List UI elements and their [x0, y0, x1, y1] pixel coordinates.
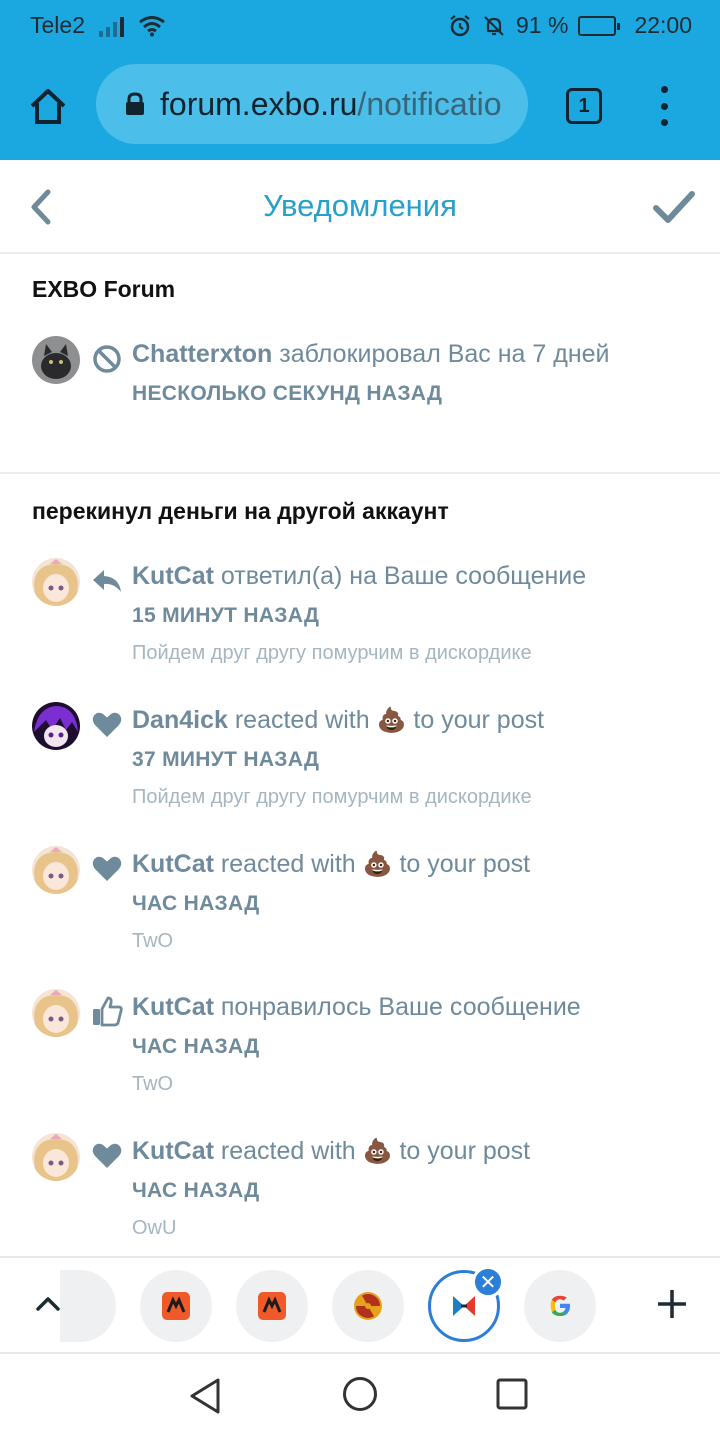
mark-all-read-icon[interactable]: [652, 188, 696, 228]
notification-item[interactable]: Dan4ick reacted with 💩 to your post 37 М…: [32, 702, 712, 832]
notification-action: понравилось Ваше сообщение: [213, 993, 581, 1021]
address-bar[interactable]: forum.exbo.ru/notificatio: [96, 64, 528, 144]
notification-action: reacted with: [227, 706, 377, 734]
notification-action-suffix: to your post: [392, 1137, 531, 1165]
notification-time: 37 МИНУТ НАЗАД: [132, 748, 320, 771]
notification-time: НЕСКОЛЬКО СЕКУНД НАЗАД: [132, 382, 443, 405]
notification-list: EXBO Forum Chatterxton заблокировал Вас …: [0, 256, 720, 1256]
reply-icon: [93, 570, 121, 592]
notification-excerpt: TwO: [132, 930, 174, 952]
wifi-icon: [139, 15, 165, 36]
notification-time: 15 МИНУТ НАЗАД: [132, 604, 320, 627]
notification-item[interactable]: KutCat понравилось Ваше сообщение ЧАС НА…: [32, 989, 712, 1119]
close-tab-icon[interactable]: ✕: [472, 1266, 504, 1298]
url-host: forum.exbo.ru: [160, 85, 358, 122]
tab-thumbnail[interactable]: [140, 1270, 212, 1342]
reaction-emoji: 💩: [362, 1138, 393, 1165]
notification-text: KutCat reacted with 💩 to your post: [132, 1137, 530, 1166]
avatar: [32, 558, 80, 606]
notification-text: Chatterxton заблокировал Вас на 7 дней: [132, 340, 610, 369]
site-favicon-icon: [258, 1292, 286, 1320]
overflow-menu-icon[interactable]: [656, 86, 672, 126]
battery-percent: 91 %: [516, 12, 569, 38]
notification-action-suffix: to your post: [406, 706, 545, 734]
page-title: Уведомления: [263, 188, 457, 223]
alarm-icon: [450, 14, 470, 36]
avatar: [32, 702, 80, 750]
page-header: Уведомления: [0, 160, 720, 254]
tab-thumbnail[interactable]: [524, 1270, 596, 1342]
notification-time: ЧАС НАЗАД: [132, 1035, 260, 1058]
notification-text: KutCat ответил(а) на Ваше сообщение: [132, 562, 586, 591]
chevron-up-icon[interactable]: [34, 1290, 62, 1318]
heart-icon: [92, 712, 122, 737]
nav-back-icon[interactable]: [186, 1376, 226, 1416]
notification-item[interactable]: KutCat ответил(а) на Ваше сообщение 15 М…: [32, 558, 712, 688]
notification-action: заблокировал Вас на 7 дней: [272, 340, 610, 368]
notification-action: reacted with: [213, 1137, 363, 1165]
divider: [0, 472, 720, 474]
tab-thumbnail[interactable]: [236, 1270, 308, 1342]
home-icon[interactable]: [26, 84, 70, 128]
notification-excerpt: Пойдем друг другу помурчим в дискордике: [132, 786, 532, 808]
heart-icon: [92, 856, 122, 881]
radiation-favicon-icon: [354, 1292, 382, 1320]
url-path: /notificatio: [357, 85, 502, 122]
reaction-emoji: 💩: [376, 707, 407, 734]
mute-notifications-icon: [484, 15, 504, 36]
nav-recents-icon[interactable]: [496, 1378, 528, 1410]
avatar: [32, 989, 80, 1037]
notification-item[interactable]: KutCat reacted with 💩 to your post ЧАС Н…: [32, 846, 712, 976]
ban-icon: [93, 345, 121, 373]
group-title: перекинул деньги на другой аккаунт: [32, 498, 449, 524]
lock-icon: [126, 92, 144, 115]
tab-strip: ✕: [0, 1256, 720, 1354]
nav-home-icon[interactable]: [342, 1376, 378, 1412]
battery-icon: [578, 15, 621, 36]
username[interactable]: KutCat: [132, 850, 214, 878]
notification-excerpt: Пойдем друг другу помурчим в дискордике: [132, 642, 532, 664]
notification-action: ответил(а) на Ваше сообщение: [213, 562, 587, 590]
tab-thumbnail[interactable]: [60, 1270, 116, 1342]
username[interactable]: KutCat: [132, 1137, 214, 1165]
notification-text: KutCat reacted with 💩 to your post: [132, 850, 530, 879]
notification-item[interactable]: KutCat reacted with 💩 to your post ЧАС Н…: [32, 1133, 712, 1256]
signal-icon: [98, 15, 124, 37]
avatar: [32, 336, 80, 384]
username[interactable]: Dan4ick: [132, 706, 228, 734]
tab-switcher-button[interactable]: 1: [566, 88, 602, 124]
thumbs-up-icon: [93, 996, 123, 1027]
browser-toolbar: forum.exbo.ru/notificatio 1: [0, 52, 720, 160]
username[interactable]: KutCat: [132, 562, 214, 590]
status-bar: Tele2 91 % 22:00: [0, 0, 720, 52]
notification-text: Dan4ick reacted with 💩 to your post: [132, 706, 544, 735]
group-title: EXBO Forum: [32, 276, 176, 302]
notification-action: reacted with: [213, 850, 363, 878]
tab-thumbnail[interactable]: [332, 1270, 404, 1342]
notification-text: KutCat понравилось Ваше сообщение: [132, 993, 581, 1022]
reaction-emoji: 💩: [362, 851, 393, 878]
notification-action-suffix: to your post: [392, 850, 531, 878]
notification-excerpt: TwO: [132, 1073, 174, 1095]
system-navigation-bar: [0, 1354, 720, 1440]
avatar: [32, 1133, 80, 1181]
notification-time: ЧАС НАЗАД: [132, 1179, 260, 1202]
site-favicon-icon: [162, 1292, 190, 1320]
exbo-favicon-icon: [453, 1296, 475, 1316]
notification-time: ЧАС НАЗАД: [132, 892, 260, 915]
new-tab-plus-icon[interactable]: [654, 1286, 690, 1322]
username[interactable]: Chatterxton: [132, 340, 272, 368]
clock: 22:00: [634, 12, 692, 38]
avatar: [32, 846, 80, 894]
heart-icon: [92, 1143, 122, 1168]
carrier-label: Tele2: [30, 12, 85, 38]
username[interactable]: KutCat: [132, 993, 214, 1021]
google-favicon-icon: [550, 1295, 570, 1316]
notification-excerpt: OwU: [132, 1217, 177, 1239]
notification-item[interactable]: Chatterxton заблокировал Вас на 7 дней Н…: [32, 336, 712, 466]
